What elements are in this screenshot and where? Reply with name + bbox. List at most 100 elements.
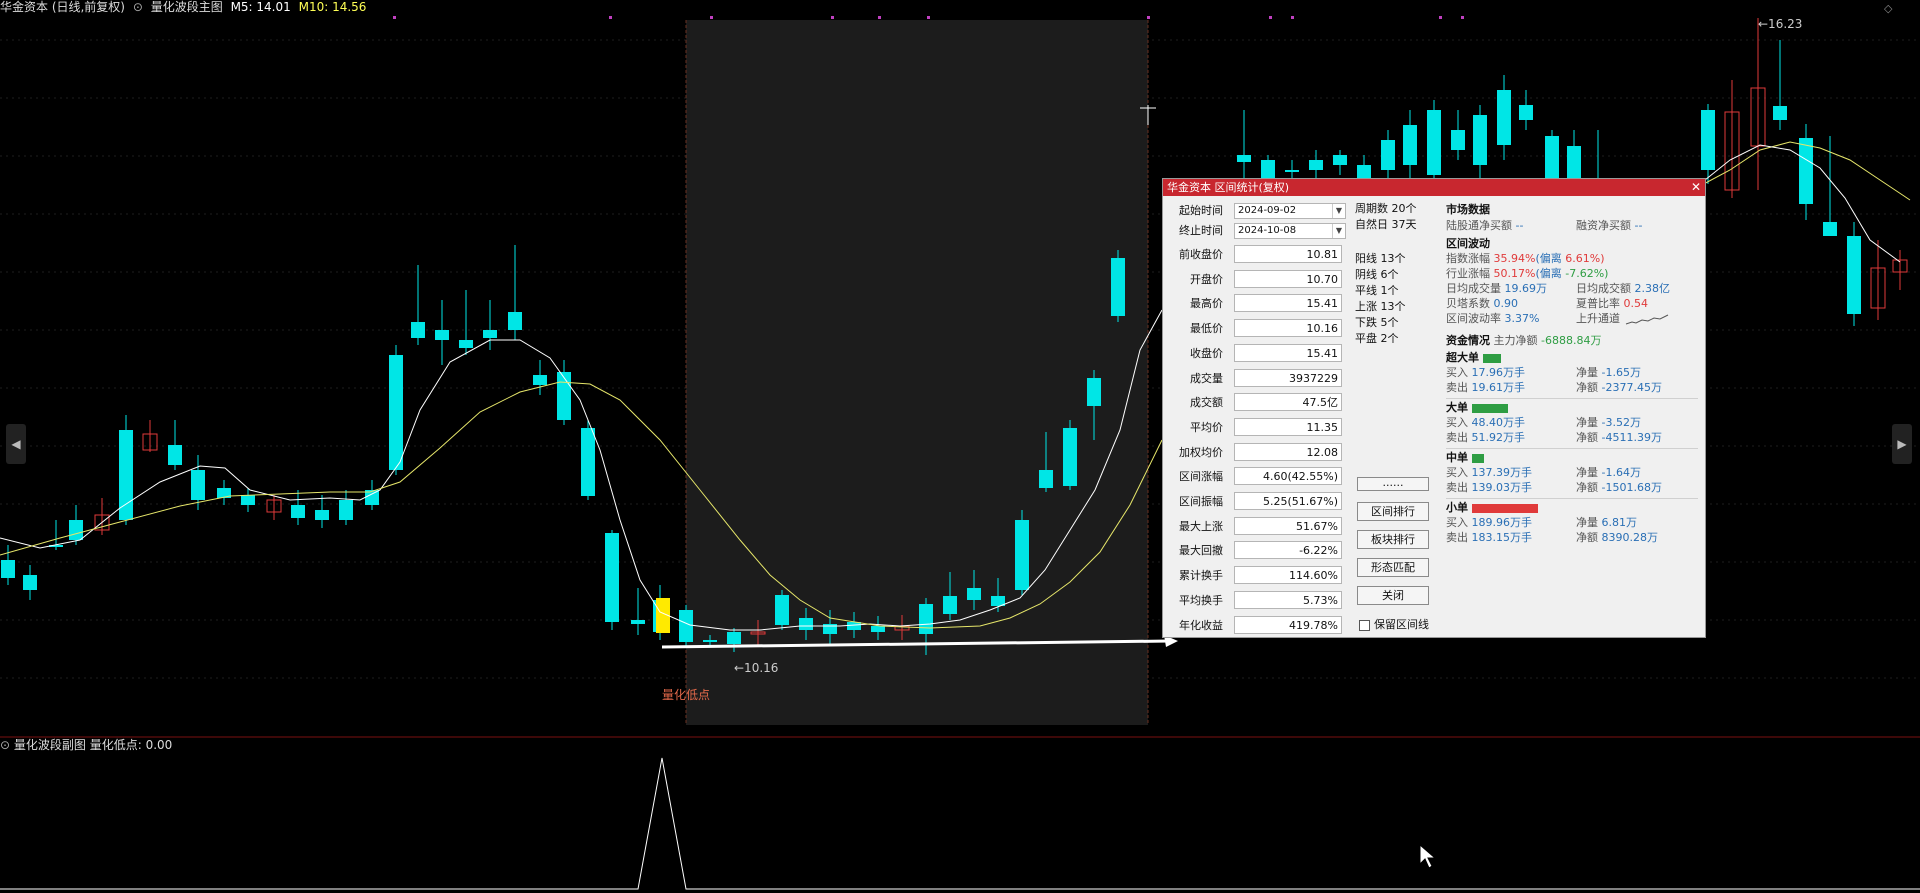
index-change-label: 指数涨幅 [1446,252,1490,265]
candle-body [69,520,83,540]
diamond-icon[interactable]: ◇ [1884,2,1892,15]
field-label: 最高价 [1190,297,1223,311]
field-label: 年化收益 [1179,618,1223,632]
pattern-match-button[interactable]: 形态匹配 [1357,558,1429,577]
sub-indicator-line [0,757,1920,890]
volatility-rate-value: 3.37% [1504,312,1540,325]
range-rank-button[interactable]: 区间排行 [1357,502,1429,521]
buy-value: 137.39万手 [1471,466,1533,479]
field-value: 10.81 [1234,245,1342,263]
fund-group: 中单 买入 137.39万手 净量 -1.64万 卖出 139.03万手 净额 -15… [1446,450,1701,495]
net-amt-label: 净额 [1576,481,1598,494]
candle-body [459,340,473,348]
field-label: 区间振幅 [1179,495,1223,508]
candle-body [191,470,205,500]
candle-body [1087,378,1101,406]
fund-separator [1446,398,1698,399]
net-amt-label: 净额 [1576,431,1598,444]
sub-indicator-name[interactable]: 量化波段副图 [14,738,86,752]
collapse-icon[interactable]: ⊙ [0,738,10,752]
channel-label: 上升通道 [1576,312,1620,325]
field-value: 15.41 [1234,343,1342,362]
candle-body [1111,258,1125,316]
candle-body [605,533,619,622]
candle-body [1473,115,1487,165]
candle-body [315,510,329,520]
start-date-picker[interactable]: 2024-09-02 ▼ [1234,203,1346,219]
candle-body [241,495,255,505]
candle-body [871,626,885,632]
candle-body [291,505,305,518]
buy-value: 48.40万手 [1471,416,1526,429]
chevron-down-icon[interactable]: ▼ [1332,204,1345,218]
main-indicator-name[interactable]: 量化波段主图 [151,0,223,14]
candle-body [1403,125,1417,165]
sell-value: 51.92万手 [1471,431,1526,444]
candle-body [1847,236,1861,314]
field-value: 10.16 [1234,319,1342,338]
candle-body [1015,520,1029,590]
fund-bar [1471,453,1484,463]
signal-marker [1439,16,1442,19]
candle-body [1519,105,1533,120]
field-value: 11.35 [1234,417,1342,436]
end-date-picker[interactable]: 2024-10-08 ▼ [1234,223,1346,239]
field-label: 前收盘价 [1179,248,1223,261]
keep-line-checkbox[interactable]: 保留区间线 [1359,616,1429,632]
main-net-label: 主力净额 [1493,334,1538,347]
net-amt-value: -4511.39万 [1601,431,1662,444]
net-qty-value: -3.52万 [1601,416,1641,429]
uptrend-sparkline-icon [1625,314,1668,325]
close-button[interactable]: 关闭 [1357,586,1429,605]
margin-net-label: 融资净买额 [1576,219,1631,232]
candle-body [1039,470,1053,488]
field-value: 5.25(51.67%) [1234,492,1342,510]
scroll-right-button[interactable]: ▶ [1892,424,1912,464]
sharpe-value: 0.54 [1623,297,1649,310]
sub-chart-header: ⊙ 量化波段副图 量化低点: 0.00 [0,738,172,753]
checkbox-box[interactable] [1359,619,1370,631]
field-value: 10.70 [1234,269,1342,288]
fund-group-name: 大单 [1446,401,1468,414]
buy-value: 17.96万手 [1471,366,1526,379]
field-label: 平均价 [1190,420,1223,434]
more-button[interactable]: ...... [1357,477,1429,491]
stat-flat: 平线 1个 [1355,284,1399,297]
candle-body [557,372,571,420]
field-value: 419.78% [1234,615,1342,634]
close-icon[interactable]: ✕ [1691,179,1701,196]
sell-value: 19.61万手 [1471,381,1526,394]
net-amt-value: -1501.68万 [1601,481,1662,494]
field-label: 平均换手 [1179,593,1223,607]
candle-body [1,560,15,578]
sector-rank-button[interactable]: 板块排行 [1357,530,1429,549]
sharpe-label: 夏普比率 [1576,297,1620,310]
stat-unchanged: 平盘 2个 [1355,332,1399,345]
candle-body [799,618,813,630]
chevron-right-icon: ▶ [1897,437,1907,451]
candle-body [1381,140,1395,170]
candle-body [1237,155,1251,162]
industry-change-label: 行业涨幅 [1446,267,1490,280]
candle-body [339,500,353,520]
field-label: 累计换手 [1179,569,1223,583]
net-qty-value: -1.65万 [1601,366,1641,379]
dialog-title-bar[interactable]: 华金资本 区间统计(复权) ✕ [1163,179,1705,196]
net-qty-label: 净量 [1576,466,1598,479]
volatility-rate-label: 区间波动率 [1446,312,1501,325]
candle-body [679,610,693,642]
field-label: 最大回撤 [1179,544,1223,558]
scroll-left-button[interactable]: ◀ [6,424,26,464]
stat-days: 自然日 37天 [1355,218,1417,231]
avg-volume-label: 日均成交量 [1446,282,1501,295]
indicator-icon[interactable]: ⊙ [133,0,143,14]
selection-range [686,20,1148,725]
field-label: 区间涨幅 [1179,470,1223,484]
margin-net-value: -- [1634,219,1643,232]
candle-body [1701,110,1715,170]
candle-body [1497,90,1511,145]
candle-body [943,596,957,614]
chevron-down-icon[interactable]: ▼ [1332,224,1345,238]
candle-body [1261,160,1275,180]
range-stats-dialog: 华金资本 区间统计(复权) ✕ 起始时间 2024-09-02 ▼ 终止时间 2… [1162,178,1706,638]
